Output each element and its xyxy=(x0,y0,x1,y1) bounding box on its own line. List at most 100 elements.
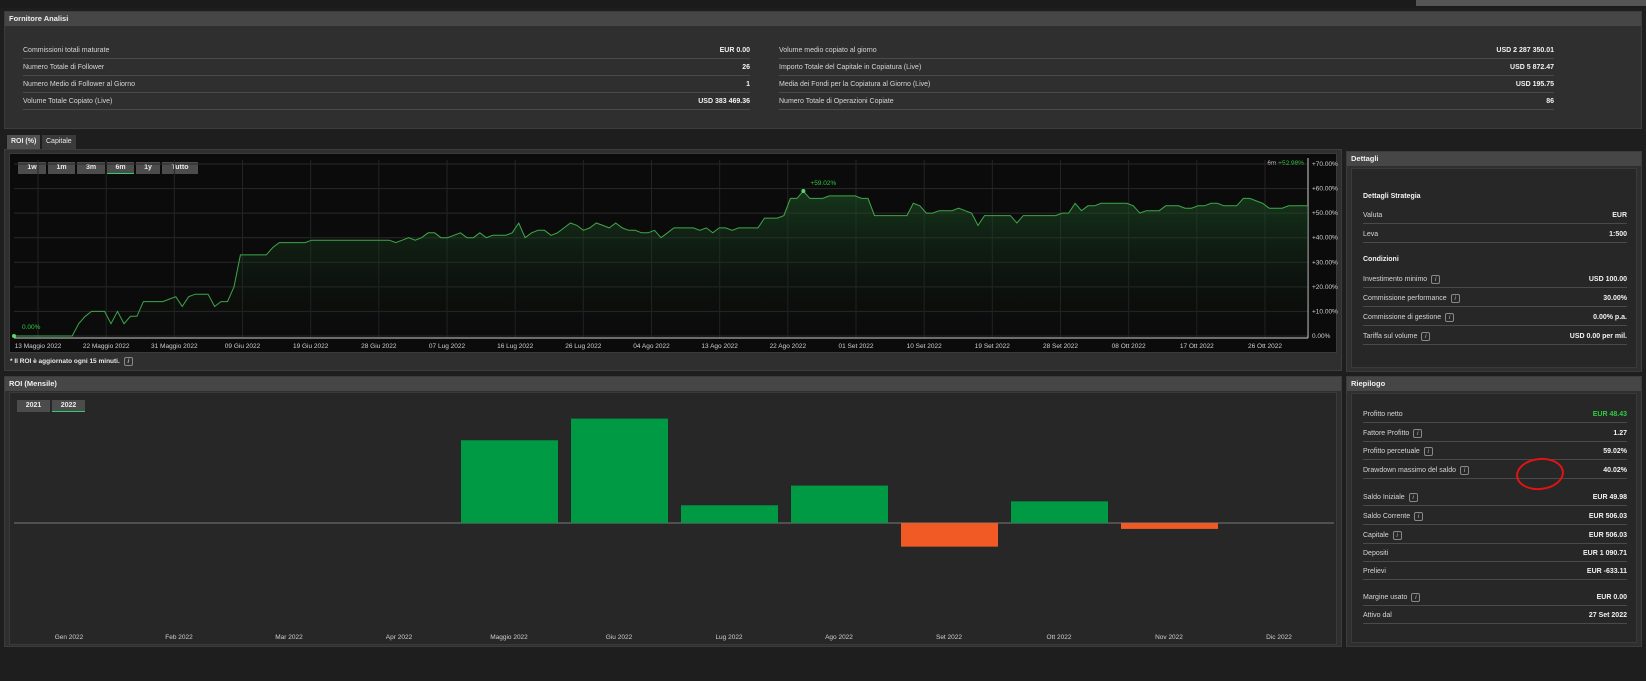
stat-row: Saldo Corrente i EUR 506.03 xyxy=(1363,508,1627,525)
stat-label: Saldo Corrente i xyxy=(1363,508,1424,525)
x-tick-label: Mar 2022 xyxy=(275,634,303,641)
stat-label: Attivo dal xyxy=(1363,612,1392,619)
info-icon[interactable]: i xyxy=(1392,530,1402,540)
bar xyxy=(571,418,668,523)
info-icon[interactable]: i xyxy=(1445,312,1455,322)
info-icon[interactable]: i xyxy=(1414,511,1424,521)
stat-label: Numero Totale di Follower xyxy=(23,64,105,71)
top-strip xyxy=(0,0,1646,8)
x-tick-label: Apr 2022 xyxy=(386,634,413,641)
info-icon[interactable]: i xyxy=(1459,465,1469,475)
x-tick-label: 04 Ago 2022 xyxy=(633,343,670,350)
stat-value: EUR 0.00 xyxy=(719,47,750,54)
bar xyxy=(1121,523,1218,529)
monthly-bar-chart: Gen 2022 Feb 2022 Mar 2022 Apr 2022 Maggio 2… xyxy=(14,418,1334,641)
stat-value: EUR 506.03 xyxy=(1588,513,1627,520)
roi-chart-panel: 1w1m3m6m1yTutto 6m +52.98% 0.00%+10.00%+… xyxy=(4,149,1342,371)
panel-title: Riepilogo xyxy=(1347,377,1641,391)
x-tick-label: 17 Ott 2022 xyxy=(1180,343,1214,350)
stat-label: Capitale i xyxy=(1363,527,1402,544)
stat-label: Depositi xyxy=(1363,550,1389,557)
info-icon[interactable]: i xyxy=(1431,274,1441,284)
bar xyxy=(1011,501,1108,523)
tab-capitale[interactable]: Capitale xyxy=(42,135,76,149)
stat-label: Commissione di gestione i xyxy=(1363,309,1455,326)
stat-row: Prelievi EUR -633.11 xyxy=(1363,563,1627,580)
stat-label: Commissioni totali maturate xyxy=(23,47,110,54)
summary-body: Profitto netto EUR 48.43 Fattore Profitto i… xyxy=(1351,393,1637,643)
stat-value: EUR xyxy=(1612,212,1627,219)
stat-value: 27 Set 2022 xyxy=(1588,612,1627,619)
stat-value: USD 383 469.36 xyxy=(698,98,750,105)
stat-row: Commissioni totali maturate EUR 0.00 xyxy=(23,42,750,59)
stat-row: Saldo Iniziale i EUR 49.98 xyxy=(1363,489,1627,506)
panel-title: Fornitore Analisi xyxy=(5,12,1641,26)
stat-row: Importo Totale del Capitale in Copiatura… xyxy=(779,59,1554,76)
stat-value: EUR 48.43 xyxy=(1592,411,1627,418)
x-tick-label: 19 Giu 2022 xyxy=(293,343,329,350)
tab-roi[interactable]: ROI (%) xyxy=(7,135,41,149)
stat-value: USD 100.00 xyxy=(1588,276,1627,283)
x-tick-label: Lug 2022 xyxy=(715,634,742,641)
y-tick-label: +30.00% xyxy=(1312,259,1338,266)
x-tick-label: 31 Maggio 2022 xyxy=(151,343,198,350)
stat-row: Leva 1:500 xyxy=(1363,226,1627,243)
x-tick-label: 13 Maggio 2022 xyxy=(15,343,62,350)
stat-value: 40.02% xyxy=(1603,467,1627,474)
stat-row: Numero Medio di Follower al Giorno 1 xyxy=(23,76,750,93)
stat-label: Volume Totale Copiato (Live) xyxy=(23,98,113,105)
x-tick-label: Giu 2022 xyxy=(606,634,633,641)
stat-row: Capitale i EUR 506.03 xyxy=(1363,527,1627,544)
stat-row: Drawdown massimo del saldo i 40.02% xyxy=(1363,462,1627,479)
x-tick-label: 16 Lug 2022 xyxy=(497,343,534,350)
stat-label: Media dei Fondi per la Copiatura al Gior… xyxy=(779,81,931,88)
stat-label: Numero Medio di Follower al Giorno xyxy=(23,81,136,88)
y-tick-label: +70.00% xyxy=(1312,161,1338,168)
panel-title: Dettagli xyxy=(1347,152,1641,166)
stat-label: Saldo Iniziale i xyxy=(1363,489,1418,506)
peak-marker xyxy=(801,188,806,193)
x-tick-label: 09 Giu 2022 xyxy=(225,343,261,350)
x-tick-label: 13 Ago 2022 xyxy=(701,343,738,350)
x-tick-label: Maggio 2022 xyxy=(490,634,528,641)
stat-label: Margine usato i xyxy=(1363,589,1421,606)
stat-value: EUR 1 090.71 xyxy=(1583,550,1627,557)
info-icon[interactable]: i xyxy=(1408,492,1418,502)
y-tick-label: +20.00% xyxy=(1312,284,1338,291)
stat-label: Numero Totale di Operazioni Copiate xyxy=(779,98,894,105)
info-icon[interactable]: i xyxy=(123,357,133,366)
stat-value: EUR 506.03 xyxy=(1588,532,1627,539)
info-icon[interactable]: i xyxy=(1413,428,1423,438)
x-tick-label: 28 Set 2022 xyxy=(1043,343,1078,350)
stat-label: Profitto percetuale i xyxy=(1363,443,1433,460)
details-panel: Dettagli Dettagli Strategia Valuta EUR Lev… xyxy=(1346,151,1642,372)
stat-row: Commissione performance i 30.00% xyxy=(1363,290,1627,307)
info-icon[interactable]: i xyxy=(1450,293,1460,303)
x-tick-label: Ott 2022 xyxy=(1047,634,1072,641)
stat-value: USD 0.00 per mil. xyxy=(1569,333,1627,340)
stat-value: EUR 49.98 xyxy=(1592,494,1627,501)
stat-value: USD 195.75 xyxy=(1515,81,1554,88)
roi-line-chart: 0.00% +10.00% +20.00% +30.00% +40.00% +50.00%… xyxy=(12,158,1338,350)
x-tick-label: Feb 2022 xyxy=(165,634,193,641)
top-toolbar-button[interactable] xyxy=(1416,0,1646,6)
panel-title: ROI (Mensile) xyxy=(5,377,1341,391)
info-icon[interactable]: i xyxy=(1421,331,1431,341)
stat-label: Profitto netto xyxy=(1363,411,1403,418)
peak-label: +59.02% xyxy=(810,180,836,187)
stat-value: USD 2 287 350.01 xyxy=(1496,47,1554,54)
monthly-roi-panel: ROI (Mensile) 2021 2022 Gen 2022 Feb 2022 M… xyxy=(4,376,1342,647)
stat-value: 1.27 xyxy=(1613,430,1627,437)
stat-value: 0.00% p.a. xyxy=(1593,314,1627,321)
stat-value: 30.00% xyxy=(1603,295,1627,302)
stat-row: Investimento minimo i USD 100.00 xyxy=(1363,271,1627,288)
stat-value: EUR 0.00 xyxy=(1596,594,1627,601)
info-icon[interactable]: i xyxy=(1411,592,1421,602)
info-icon[interactable]: i xyxy=(1423,446,1433,456)
stat-label: Tariffa sul volume i xyxy=(1363,328,1431,345)
y-tick-label: +60.00% xyxy=(1312,186,1338,193)
stat-value: 1:500 xyxy=(1609,231,1627,238)
stat-row: Depositi EUR 1 090.71 xyxy=(1363,545,1627,562)
stat-row: Margine usato i EUR 0.00 xyxy=(1363,589,1627,606)
x-tick-label: Gen 2022 xyxy=(55,634,84,641)
